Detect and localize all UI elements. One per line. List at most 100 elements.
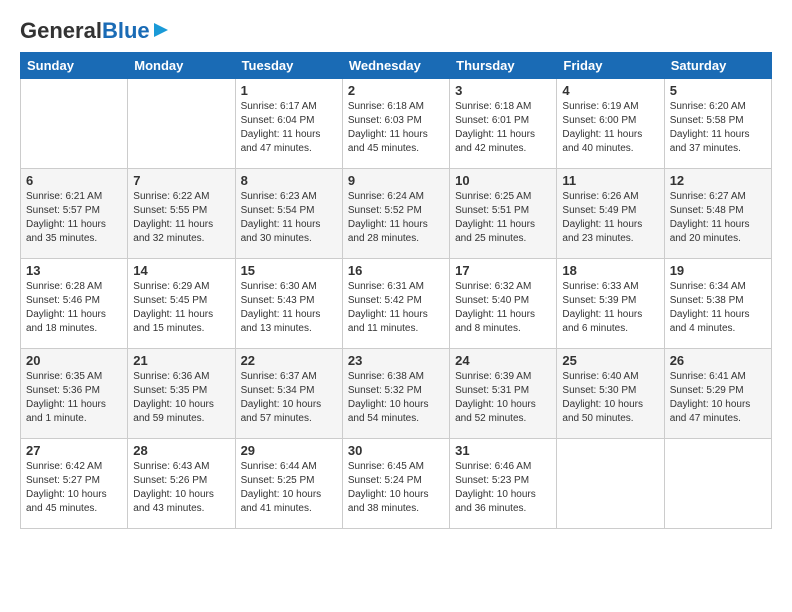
calendar-cell: 26Sunrise: 6:41 AMSunset: 5:29 PMDayligh…	[664, 349, 771, 439]
day-number: 3	[455, 83, 551, 98]
day-number: 31	[455, 443, 551, 458]
cell-details: Sunrise: 6:26 AMSunset: 5:49 PMDaylight:…	[562, 190, 658, 246]
weekday-header: Wednesday	[342, 53, 449, 79]
day-number: 18	[562, 263, 658, 278]
day-number: 15	[241, 263, 337, 278]
calendar-cell: 13 Sunrise: 6:28 AMSunset: 5:46 PMDayligh…	[21, 259, 128, 349]
calendar-cell	[664, 439, 771, 529]
weekday-header: Monday	[128, 53, 235, 79]
day-number: 7	[133, 173, 229, 188]
day-number: 24	[455, 353, 551, 368]
day-number: 1	[241, 83, 337, 98]
weekday-header: Tuesday	[235, 53, 342, 79]
calendar-cell: 8Sunrise: 6:23 AMSunset: 5:54 PMDaylight…	[235, 169, 342, 259]
calendar-week-row: 1 Sunrise: 6:17 AMSunset: 6:04 PMDaylight…	[21, 79, 772, 169]
calendar-cell: 23Sunrise: 6:38 AMSunset: 5:32 PMDayligh…	[342, 349, 449, 439]
calendar-cell: 18 Sunrise: 6:33 AMSunset: 5:39 PMDayligh…	[557, 259, 664, 349]
cell-details: Sunrise: 6:35 AMSunset: 5:36 PMDaylight:…	[26, 370, 122, 426]
calendar-cell: 12 Sunrise: 6:27 AMSunset: 5:48 PMDayligh…	[664, 169, 771, 259]
day-number: 4	[562, 83, 658, 98]
day-number: 10	[455, 173, 551, 188]
day-number: 9	[348, 173, 444, 188]
cell-details: Sunrise: 6:31 AMSunset: 5:42 PMDaylight:…	[348, 280, 444, 336]
calendar-week-row: 27 Sunrise: 6:42 AMSunset: 5:27 PMDayligh…	[21, 439, 772, 529]
day-number: 26	[670, 353, 766, 368]
cell-details: Sunrise: 6:24 AMSunset: 5:52 PMDaylight:…	[348, 190, 444, 246]
day-number: 28	[133, 443, 229, 458]
calendar-cell	[557, 439, 664, 529]
cell-details: Sunrise: 6:36 AMSunset: 5:35 PMDaylight:…	[133, 370, 229, 426]
cell-details: Sunrise: 6:46 AMSunset: 5:23 PMDaylight:…	[455, 460, 551, 516]
calendar-cell: 24 Sunrise: 6:39 AMSunset: 5:31 PMDayligh…	[450, 349, 557, 439]
calendar-table: SundayMondayTuesdayWednesdayThursdayFrid…	[20, 52, 772, 529]
weekday-header: Saturday	[664, 53, 771, 79]
logo-arrow-icon	[152, 21, 170, 39]
day-number: 22	[241, 353, 337, 368]
calendar-week-row: 13 Sunrise: 6:28 AMSunset: 5:46 PMDayligh…	[21, 259, 772, 349]
calendar-cell: 20 Sunrise: 6:35 AMSunset: 5:36 PMDayligh…	[21, 349, 128, 439]
calendar-cell: 9 Sunrise: 6:24 AMSunset: 5:52 PMDaylight…	[342, 169, 449, 259]
calendar-cell: 2 Sunrise: 6:18 AMSunset: 6:03 PMDaylight…	[342, 79, 449, 169]
day-number: 23	[348, 353, 444, 368]
cell-details: Sunrise: 6:30 AMSunset: 5:43 PMDaylight:…	[241, 280, 337, 336]
cell-details: Sunrise: 6:21 AMSunset: 5:57 PMDaylight:…	[26, 190, 122, 246]
cell-details: Sunrise: 6:43 AMSunset: 5:26 PMDaylight:…	[133, 460, 229, 516]
calendar-cell: 29 Sunrise: 6:44 AMSunset: 5:25 PMDayligh…	[235, 439, 342, 529]
cell-details: Sunrise: 6:44 AMSunset: 5:25 PMDaylight:…	[241, 460, 337, 516]
calendar-cell: 11 Sunrise: 6:26 AMSunset: 5:49 PMDayligh…	[557, 169, 664, 259]
cell-details: Sunrise: 6:42 AMSunset: 5:27 PMDaylight:…	[26, 460, 122, 516]
day-number: 12	[670, 173, 766, 188]
day-number: 14	[133, 263, 229, 278]
calendar-cell: 14Sunrise: 6:29 AMSunset: 5:45 PMDayligh…	[128, 259, 235, 349]
cell-details: Sunrise: 6:32 AMSunset: 5:40 PMDaylight:…	[455, 280, 551, 336]
cell-details: Sunrise: 6:18 AMSunset: 6:01 PMDaylight:…	[455, 100, 551, 156]
calendar-header-row: SundayMondayTuesdayWednesdayThursdayFrid…	[21, 53, 772, 79]
logo-text: GeneralBlue	[20, 20, 150, 42]
day-number: 5	[670, 83, 766, 98]
cell-details: Sunrise: 6:18 AMSunset: 6:03 PMDaylight:…	[348, 100, 444, 156]
calendar-cell: 3 Sunrise: 6:18 AMSunset: 6:01 PMDaylight…	[450, 79, 557, 169]
calendar-cell	[21, 79, 128, 169]
calendar-week-row: 6 Sunrise: 6:21 AMSunset: 5:57 PMDaylight…	[21, 169, 772, 259]
cell-details: Sunrise: 6:40 AMSunset: 5:30 PMDaylight:…	[562, 370, 658, 426]
cell-details: Sunrise: 6:37 AMSunset: 5:34 PMDaylight:…	[241, 370, 337, 426]
cell-details: Sunrise: 6:28 AMSunset: 5:46 PMDaylight:…	[26, 280, 122, 336]
calendar-cell: 10 Sunrise: 6:25 AMSunset: 5:51 PMDayligh…	[450, 169, 557, 259]
page-header: GeneralBlue	[20, 20, 772, 42]
cell-details: Sunrise: 6:33 AMSunset: 5:39 PMDaylight:…	[562, 280, 658, 336]
calendar-cell: 19Sunrise: 6:34 AMSunset: 5:38 PMDayligh…	[664, 259, 771, 349]
cell-details: Sunrise: 6:39 AMSunset: 5:31 PMDaylight:…	[455, 370, 551, 426]
cell-details: Sunrise: 6:17 AMSunset: 6:04 PMDaylight:…	[241, 100, 337, 156]
calendar-cell: 22 Sunrise: 6:37 AMSunset: 5:34 PMDayligh…	[235, 349, 342, 439]
day-number: 29	[241, 443, 337, 458]
weekday-header: Sunday	[21, 53, 128, 79]
day-number: 8	[241, 173, 337, 188]
weekday-header: Friday	[557, 53, 664, 79]
calendar-week-row: 20 Sunrise: 6:35 AMSunset: 5:36 PMDayligh…	[21, 349, 772, 439]
cell-details: Sunrise: 6:25 AMSunset: 5:51 PMDaylight:…	[455, 190, 551, 246]
day-number: 20	[26, 353, 122, 368]
cell-details: Sunrise: 6:22 AMSunset: 5:55 PMDaylight:…	[133, 190, 229, 246]
day-number: 27	[26, 443, 122, 458]
day-number: 30	[348, 443, 444, 458]
cell-details: Sunrise: 6:45 AMSunset: 5:24 PMDaylight:…	[348, 460, 444, 516]
calendar-cell	[128, 79, 235, 169]
cell-details: Sunrise: 6:27 AMSunset: 5:48 PMDaylight:…	[670, 190, 766, 246]
calendar-cell: 28 Sunrise: 6:43 AMSunset: 5:26 PMDayligh…	[128, 439, 235, 529]
weekday-header: Thursday	[450, 53, 557, 79]
day-number: 25	[562, 353, 658, 368]
calendar-cell: 1 Sunrise: 6:17 AMSunset: 6:04 PMDaylight…	[235, 79, 342, 169]
day-number: 11	[562, 173, 658, 188]
day-number: 21	[133, 353, 229, 368]
calendar-cell: 21 Sunrise: 6:36 AMSunset: 5:35 PMDayligh…	[128, 349, 235, 439]
calendar-cell: 31 Sunrise: 6:46 AMSunset: 5:23 PMDayligh…	[450, 439, 557, 529]
day-number: 2	[348, 83, 444, 98]
day-number: 6	[26, 173, 122, 188]
calendar-cell: 15 Sunrise: 6:30 AMSunset: 5:43 PMDayligh…	[235, 259, 342, 349]
calendar-cell: 16Sunrise: 6:31 AMSunset: 5:42 PMDayligh…	[342, 259, 449, 349]
calendar-cell: 25 Sunrise: 6:40 AMSunset: 5:30 PMDayligh…	[557, 349, 664, 439]
logo: GeneralBlue	[20, 20, 170, 42]
calendar-cell: 17Sunrise: 6:32 AMSunset: 5:40 PMDayligh…	[450, 259, 557, 349]
day-number: 13	[26, 263, 122, 278]
cell-details: Sunrise: 6:34 AMSunset: 5:38 PMDaylight:…	[670, 280, 766, 336]
